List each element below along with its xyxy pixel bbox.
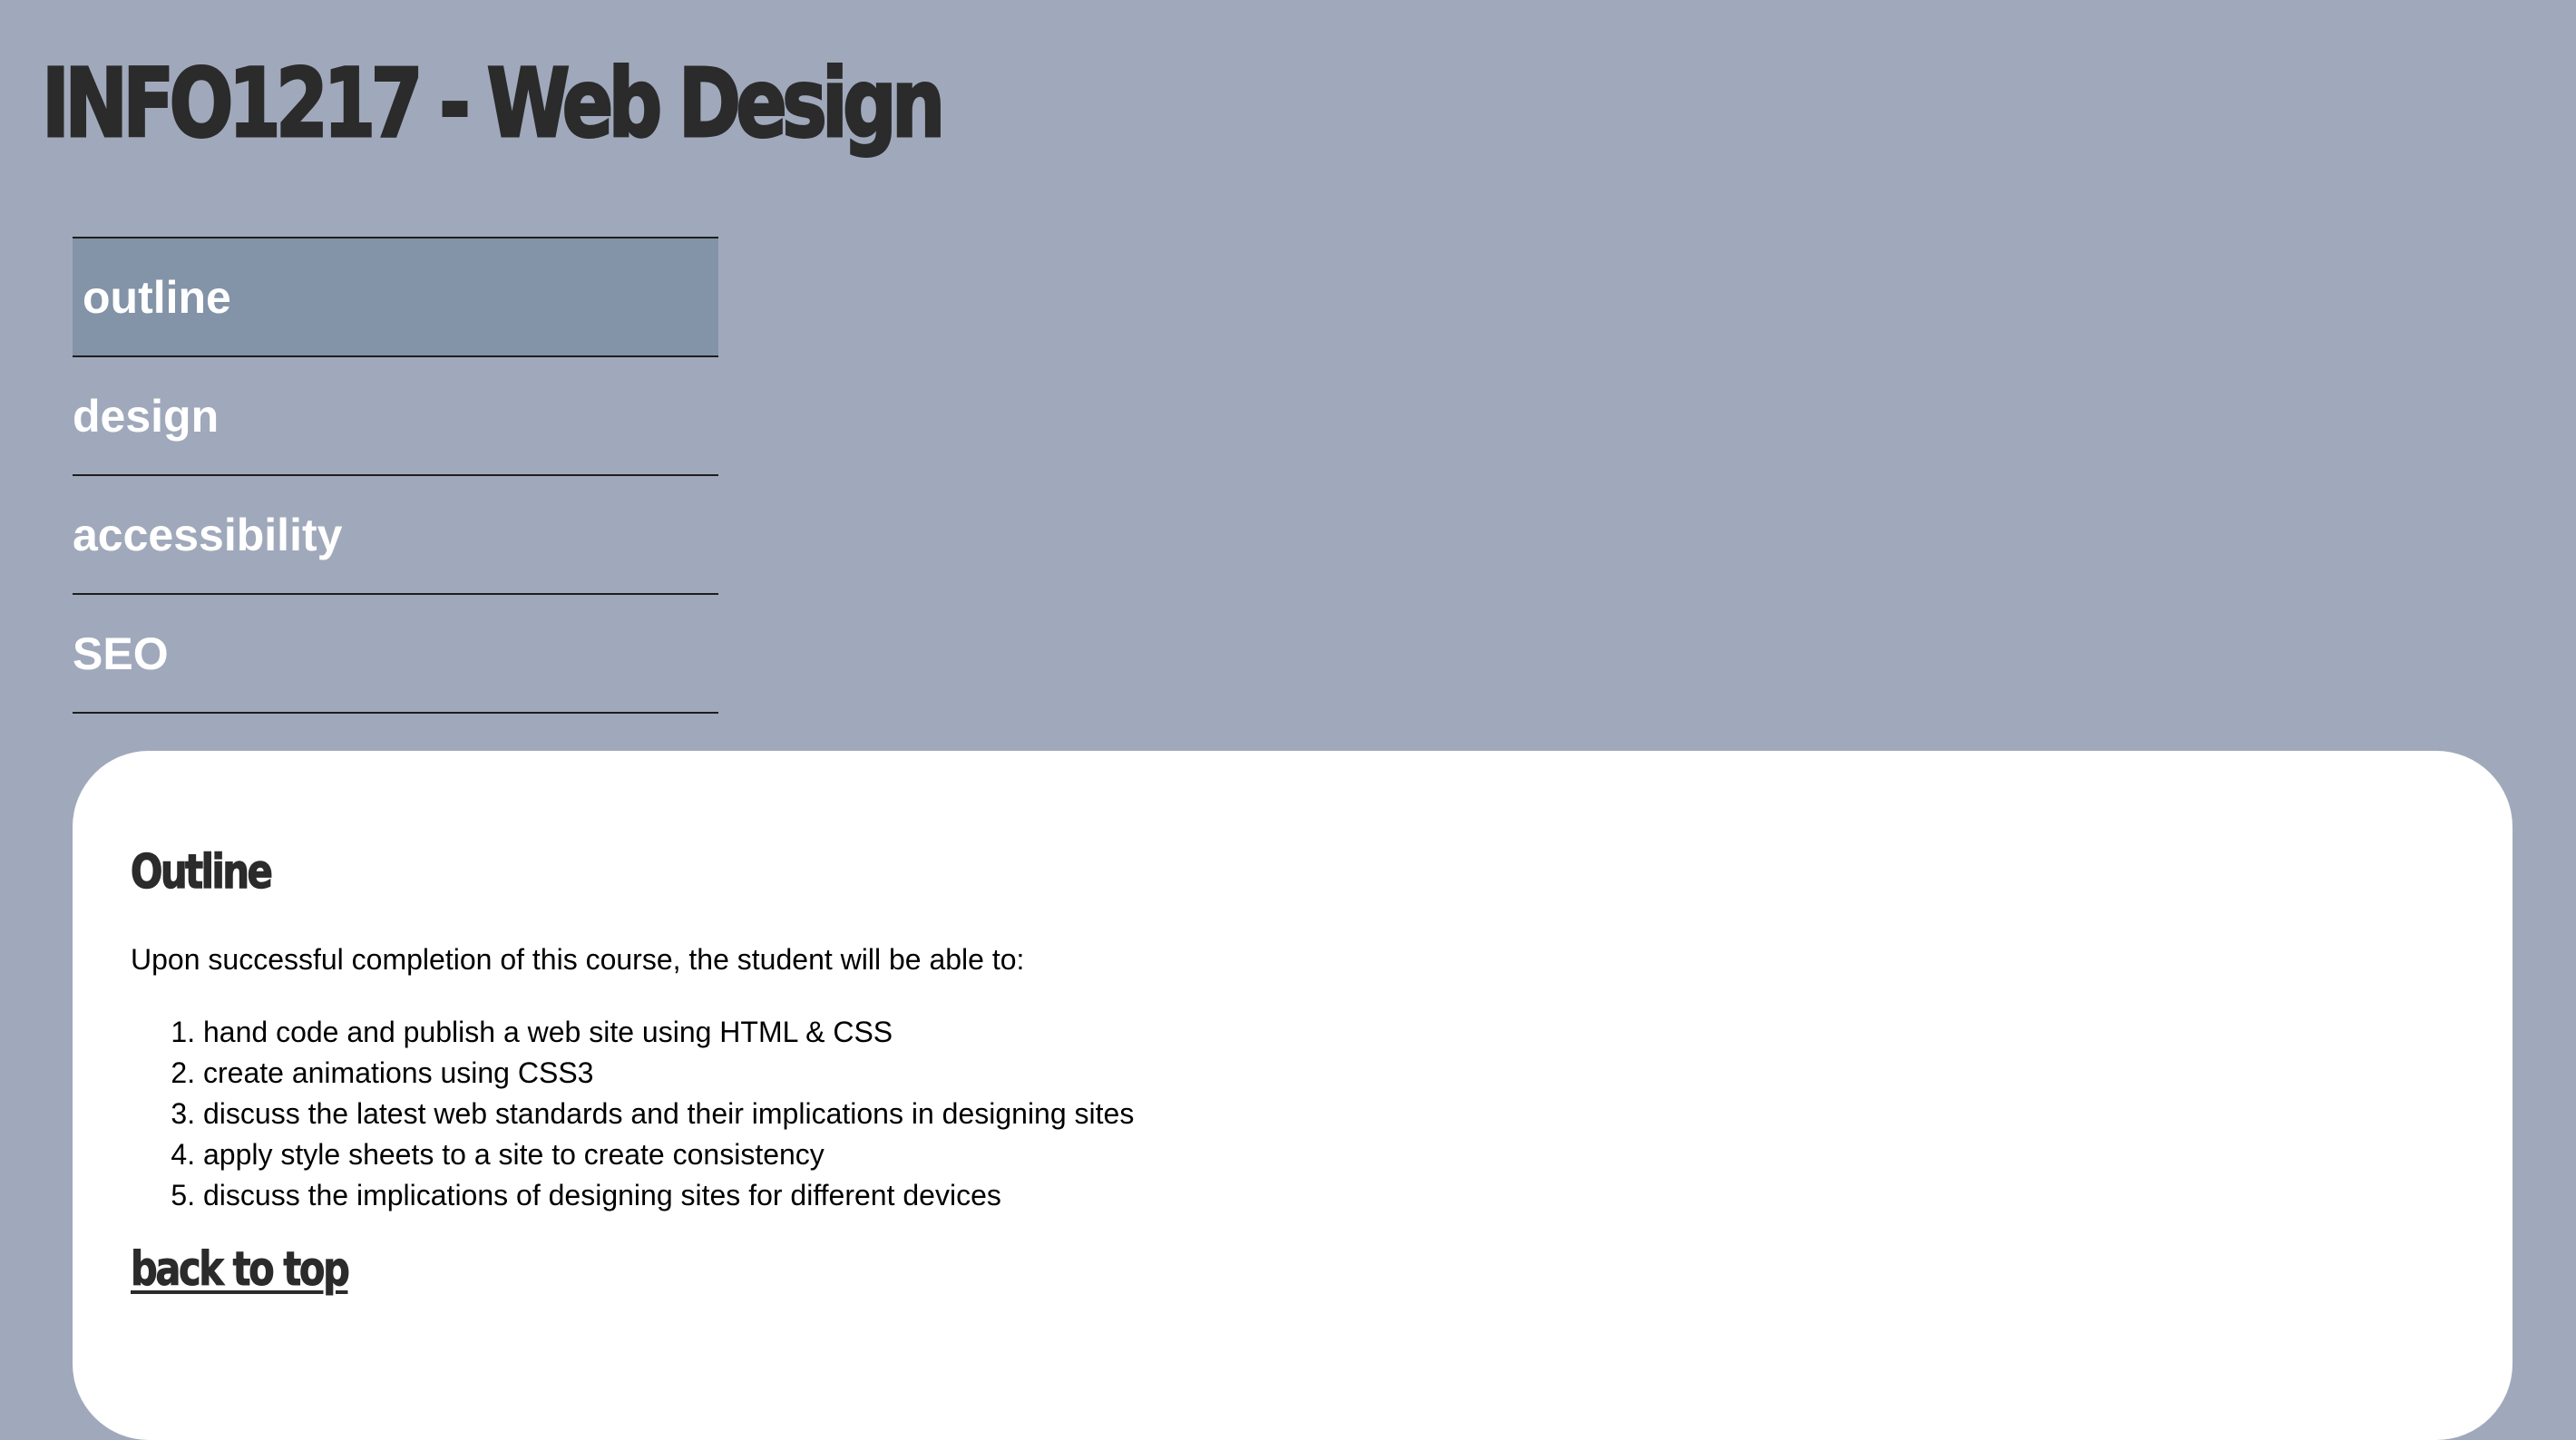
list-item: discuss the latest web standards and the… bbox=[203, 1094, 1134, 1134]
nav-link-design[interactable]: design bbox=[73, 390, 219, 443]
nav-link-outline[interactable]: outline bbox=[73, 271, 231, 324]
nav-link-seo[interactable]: SEO bbox=[73, 628, 169, 680]
list-item: create animations using CSS3 bbox=[203, 1053, 1134, 1094]
section-heading: Outline bbox=[130, 845, 273, 900]
outline-section: Outline Upon successful completion of th… bbox=[73, 751, 2513, 1440]
outcomes-list: hand code and publish a web site using H… bbox=[131, 1012, 1134, 1216]
intro-text: Upon successful completion of this cours… bbox=[131, 943, 1025, 976]
main-nav: outline design accessibility SEO bbox=[73, 237, 718, 714]
page-title: INFO1217 - Web Design bbox=[41, 48, 947, 159]
nav-item-seo[interactable]: SEO bbox=[73, 595, 718, 714]
nav-link-accessibility[interactable]: accessibility bbox=[73, 509, 342, 561]
back-to-top-link[interactable]: back to top bbox=[131, 1246, 351, 1294]
nav-item-accessibility[interactable]: accessibility bbox=[73, 476, 718, 595]
nav-item-outline[interactable]: outline bbox=[73, 238, 718, 357]
list-item: discuss the implications of designing si… bbox=[203, 1175, 1134, 1216]
list-item: apply style sheets to a site to create c… bbox=[203, 1134, 1134, 1175]
nav-item-design[interactable]: design bbox=[73, 357, 718, 476]
list-item: hand code and publish a web site using H… bbox=[203, 1012, 1134, 1053]
